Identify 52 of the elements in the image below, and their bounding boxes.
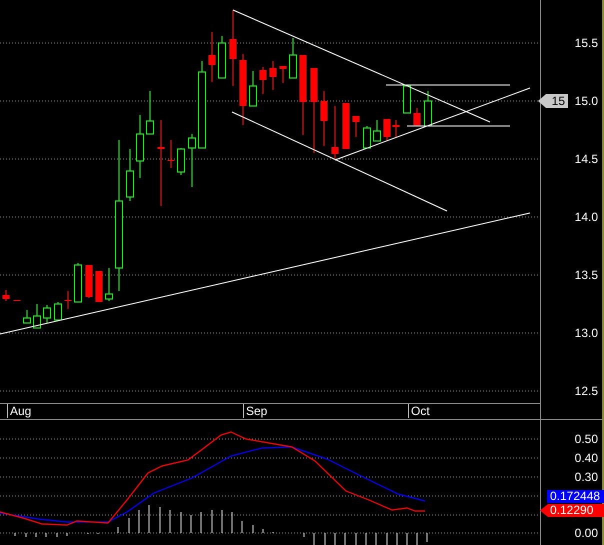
- indicator-axis-label: 0.40: [574, 451, 598, 465]
- price-axis-label: 15.5: [574, 36, 598, 50]
- candle: [136, 114, 144, 178]
- candle: [392, 120, 400, 138]
- candle: [33, 304, 41, 328]
- candle: [54, 302, 62, 320]
- candle: [424, 90, 432, 126]
- candle: [352, 116, 360, 138]
- indicator-axis-label: 0.00: [574, 526, 598, 540]
- candle: [188, 134, 196, 188]
- date-axis-label: Aug: [7, 404, 32, 418]
- candle: [270, 60, 276, 90]
- candle: [218, 36, 226, 78]
- indicator-axis-label: 0.30: [574, 470, 598, 484]
- price-axis-label: 13.5: [574, 268, 598, 282]
- candle: [342, 102, 350, 150]
- candle: [86, 264, 92, 298]
- candle: [373, 120, 381, 142]
- price-axis-label: 14.0: [574, 210, 598, 224]
- price-axis-label: 14.5: [574, 152, 598, 166]
- candle: [384, 118, 390, 142]
- price-axis-label: 12.5: [574, 384, 598, 398]
- indicator-reading-tag: 0.172448: [547, 490, 604, 503]
- candle: [289, 38, 297, 78]
- candle: [146, 90, 154, 134]
- candle: [126, 148, 134, 202]
- last-price-tag: 15: [538, 94, 568, 108]
- indicator-axis-label: 0.50: [574, 432, 598, 446]
- candle: [168, 140, 174, 168]
- candle: [260, 66, 266, 94]
- price-axis-label: 13.0: [574, 326, 598, 340]
- candle: [96, 270, 102, 302]
- candle: [64, 290, 72, 310]
- date-axis-label: Oct: [408, 404, 430, 418]
- candle: [23, 310, 31, 324]
- candle: [414, 108, 420, 126]
- candle: [43, 304, 51, 324]
- candle: [249, 70, 257, 106]
- candle: [320, 90, 328, 146]
- candle: [403, 86, 411, 114]
- candle: [105, 268, 113, 302]
- candle: [240, 54, 246, 126]
- candle: [208, 32, 216, 82]
- candle: [280, 66, 286, 84]
- candle: [363, 126, 371, 148]
- indicator-reading-tag: 0.12290: [540, 504, 604, 517]
- candle: [332, 106, 338, 160]
- candle: [74, 262, 82, 302]
- candle: [2, 290, 10, 302]
- price-axis-label: 15.0: [574, 94, 598, 108]
- date-axis-label: Sep: [243, 404, 268, 418]
- candle: [177, 148, 185, 176]
